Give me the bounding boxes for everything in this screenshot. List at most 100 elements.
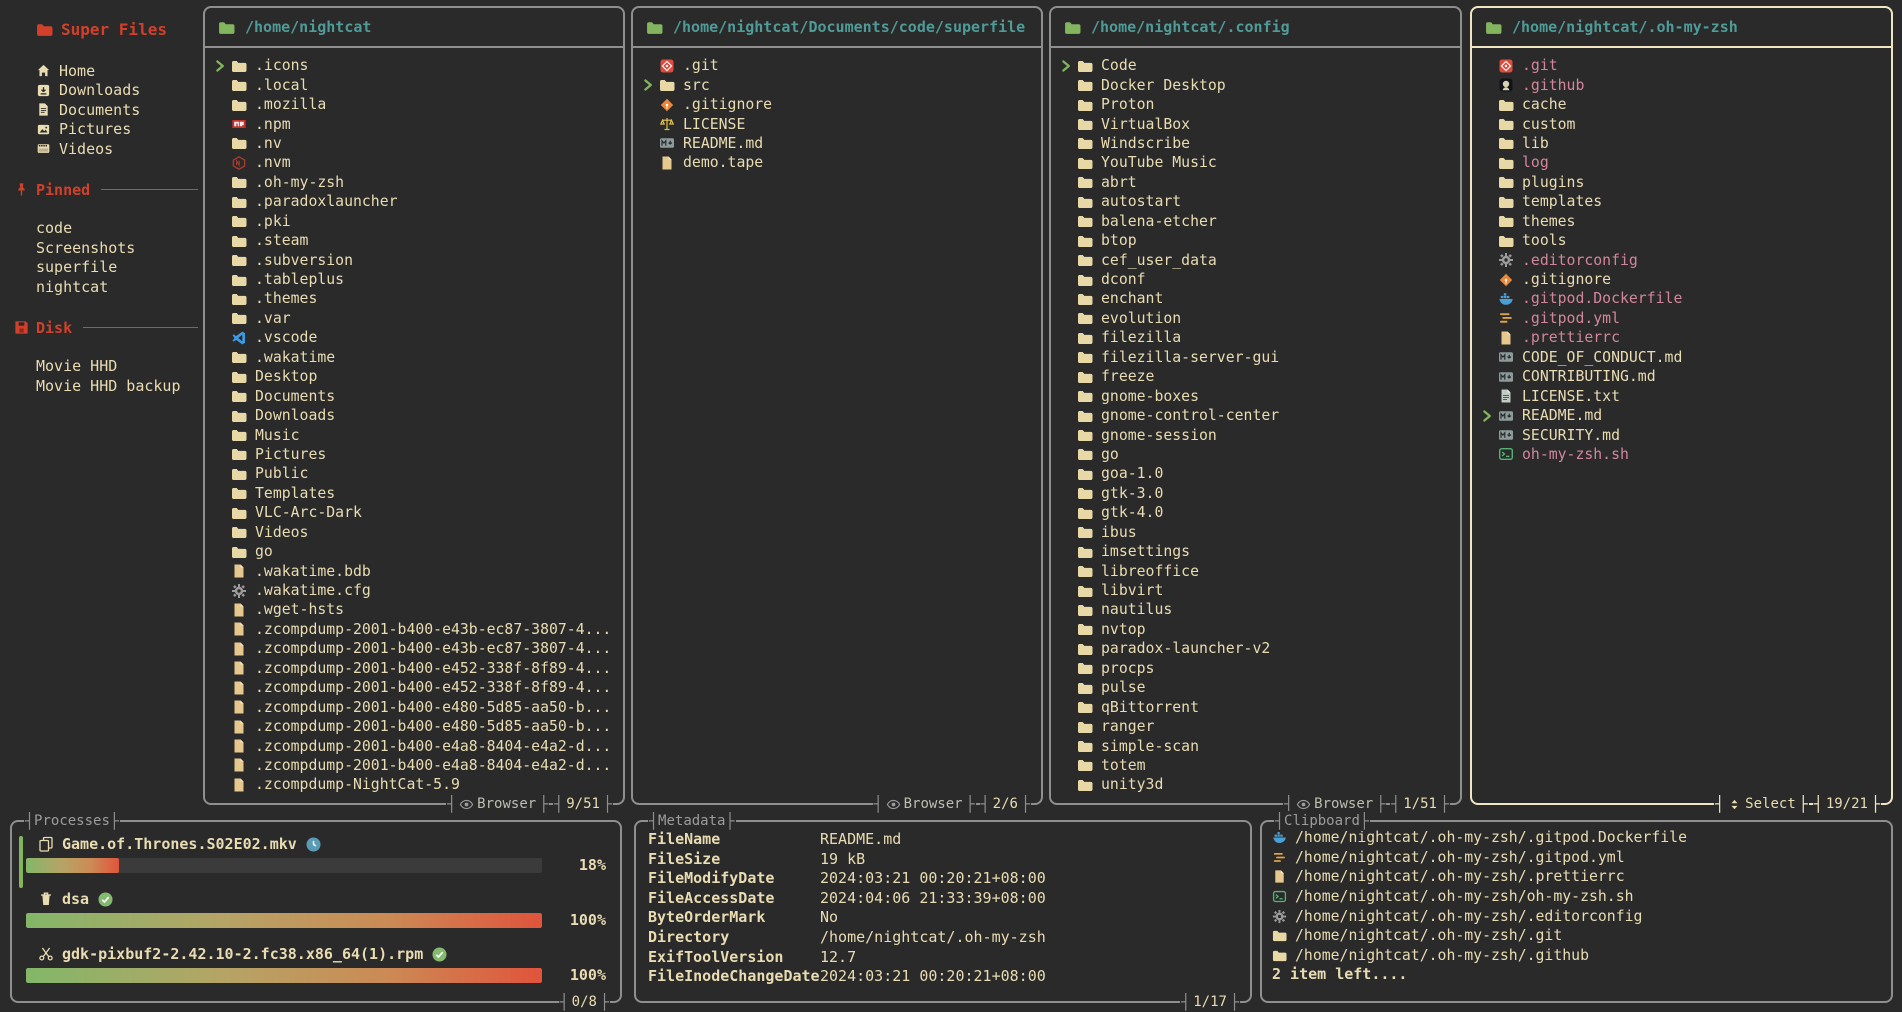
file-row[interactable]: cef_user_data [1051, 250, 1460, 269]
file-row[interactable]: .local [205, 75, 623, 94]
file-row[interactable]: gnome-control-center [1051, 406, 1460, 425]
file-row[interactable]: LICENSE.txt [1472, 386, 1891, 405]
file-row[interactable]: .var [205, 309, 623, 328]
file-row[interactable]: Downloads [205, 406, 623, 425]
file-row[interactable]: .pki [205, 212, 623, 231]
file-row[interactable]: .editorconfig [1472, 250, 1891, 269]
file-row[interactable]: .mozilla [205, 95, 623, 114]
file-row[interactable]: .zcompdump-2001-b400-e4a8-8404-e4a2-d... [205, 736, 623, 755]
file-row[interactable]: .git [1472, 56, 1891, 75]
file-row[interactable]: gtk-3.0 [1051, 484, 1460, 503]
file-row[interactable]: oh-my-zsh.sh [1472, 445, 1891, 464]
file-row[interactable]: .prettierrc [1472, 328, 1891, 347]
file-list[interactable]: .git.githubcachecustomliblogpluginstempl… [1472, 48, 1891, 801]
file-row[interactable]: enchant [1051, 289, 1460, 308]
file-row[interactable]: demo.tape [633, 153, 1041, 172]
file-row[interactable]: procps [1051, 659, 1460, 678]
file-list[interactable]: .icons.local.mozilla.npm.nv.nvm.oh-my-zs… [205, 48, 623, 801]
file-row[interactable]: .nvm [205, 153, 623, 172]
file-row[interactable]: cache [1472, 95, 1891, 114]
file-row[interactable]: freeze [1051, 367, 1460, 386]
file-row[interactable]: .gitpod.Dockerfile [1472, 289, 1891, 308]
file-row[interactable]: VLC-Arc-Dark [205, 503, 623, 522]
file-row[interactable]: btop [1051, 231, 1460, 250]
file-row[interactable]: .zcompdump-2001-b400-e480-5d85-aa50-b... [205, 697, 623, 716]
file-row[interactable]: .themes [205, 289, 623, 308]
file-row[interactable]: Windscribe [1051, 134, 1460, 153]
pinned-item-superfile[interactable]: superfile [36, 258, 202, 278]
file-row[interactable]: CODE_OF_CONDUCT.md [1472, 348, 1891, 367]
file-row[interactable]: .steam [205, 231, 623, 250]
sidebar-item-downloads[interactable]: Downloads [36, 81, 202, 101]
file-row[interactable]: abrt [1051, 173, 1460, 192]
file-row[interactable]: CONTRIBUTING.md [1472, 367, 1891, 386]
file-row[interactable]: VirtualBox [1051, 114, 1460, 133]
file-row[interactable]: qBittorrent [1051, 697, 1460, 716]
pinned-item-nightcat[interactable]: nightcat [36, 277, 202, 297]
file-row[interactable]: LICENSE [633, 114, 1041, 133]
file-row[interactable]: ibus [1051, 523, 1460, 542]
pinned-item-screenshots[interactable]: Screenshots [36, 238, 202, 258]
file-list[interactable]: .gitsrc.gitignoreLICENSEREADME.mddemo.ta… [633, 48, 1041, 801]
file-row[interactable]: .wakatime [205, 348, 623, 367]
file-row[interactable]: log [1472, 153, 1891, 172]
sidebar-item-pictures[interactable]: Pictures [36, 120, 202, 140]
file-row[interactable]: nvtop [1051, 620, 1460, 639]
file-row[interactable]: paradox-launcher-v2 [1051, 639, 1460, 658]
file-row[interactable]: gtk-4.0 [1051, 503, 1460, 522]
file-list[interactable]: CodeDocker DesktopProtonVirtualBoxWindsc… [1051, 48, 1460, 801]
file-row[interactable]: .wget-hsts [205, 600, 623, 619]
file-row[interactable]: pulse [1051, 678, 1460, 697]
file-row[interactable]: autostart [1051, 192, 1460, 211]
file-row[interactable]: filezilla [1051, 328, 1460, 347]
file-row[interactable]: .nv [205, 134, 623, 153]
file-row[interactable]: .gitignore [633, 95, 1041, 114]
file-row[interactable]: libvirt [1051, 581, 1460, 600]
sidebar-item-home[interactable]: Home [36, 61, 202, 81]
file-row[interactable]: .gitignore [1472, 270, 1891, 289]
file-row[interactable]: YouTube Music [1051, 153, 1460, 172]
file-row[interactable]: filezilla-server-gui [1051, 348, 1460, 367]
file-row[interactable]: ranger [1051, 717, 1460, 736]
file-row[interactable]: .icons [205, 56, 623, 75]
file-row[interactable]: .vscode [205, 328, 623, 347]
file-row[interactable]: .gitpod.yml [1472, 309, 1891, 328]
file-row[interactable]: .tableplus [205, 270, 623, 289]
file-row[interactable]: simple-scan [1051, 736, 1460, 755]
file-row[interactable]: nautilus [1051, 600, 1460, 619]
file-row[interactable]: gnome-session [1051, 425, 1460, 444]
file-row[interactable]: gnome-boxes [1051, 386, 1460, 405]
file-row[interactable]: Pictures [205, 445, 623, 464]
file-row[interactable]: Proton [1051, 95, 1460, 114]
file-row[interactable]: libreoffice [1051, 561, 1460, 580]
file-row[interactable]: Code [1051, 56, 1460, 75]
file-row[interactable]: balena-etcher [1051, 212, 1460, 231]
file-row[interactable]: .zcompdump-2001-b400-e452-338f-8f89-4... [205, 678, 623, 697]
file-row[interactable]: README.md [1472, 406, 1891, 425]
file-row[interactable]: custom [1472, 114, 1891, 133]
file-row[interactable]: .github [1472, 75, 1891, 94]
file-row[interactable]: Videos [205, 523, 623, 542]
file-row[interactable]: go [1051, 445, 1460, 464]
file-row[interactable]: plugins [1472, 173, 1891, 192]
file-row[interactable]: .subversion [205, 250, 623, 269]
file-row[interactable]: Templates [205, 484, 623, 503]
pinned-item-code[interactable]: code [36, 219, 202, 239]
file-row[interactable]: .oh-my-zsh [205, 173, 623, 192]
file-row[interactable]: go [205, 542, 623, 561]
file-row[interactable]: lib [1472, 134, 1891, 153]
disk-item-movie-hhd[interactable]: Movie HHD [36, 357, 202, 377]
file-row[interactable]: totem [1051, 756, 1460, 775]
sidebar-item-videos[interactable]: Videos [36, 139, 202, 159]
file-row[interactable]: .npm [205, 114, 623, 133]
file-row[interactable]: .zcompdump-2001-b400-e43b-ec87-3807-4... [205, 639, 623, 658]
file-row[interactable]: Music [205, 425, 623, 444]
file-row[interactable]: SECURITY.md [1472, 425, 1891, 444]
file-row[interactable]: tools [1472, 231, 1891, 250]
file-row[interactable]: src [633, 75, 1041, 94]
file-row[interactable]: .wakatime.cfg [205, 581, 623, 600]
file-row[interactable]: evolution [1051, 309, 1460, 328]
file-row[interactable]: .zcompdump-2001-b400-e43b-ec87-3807-4... [205, 620, 623, 639]
file-row[interactable]: .wakatime.bdb [205, 561, 623, 580]
file-row[interactable]: dconf [1051, 270, 1460, 289]
